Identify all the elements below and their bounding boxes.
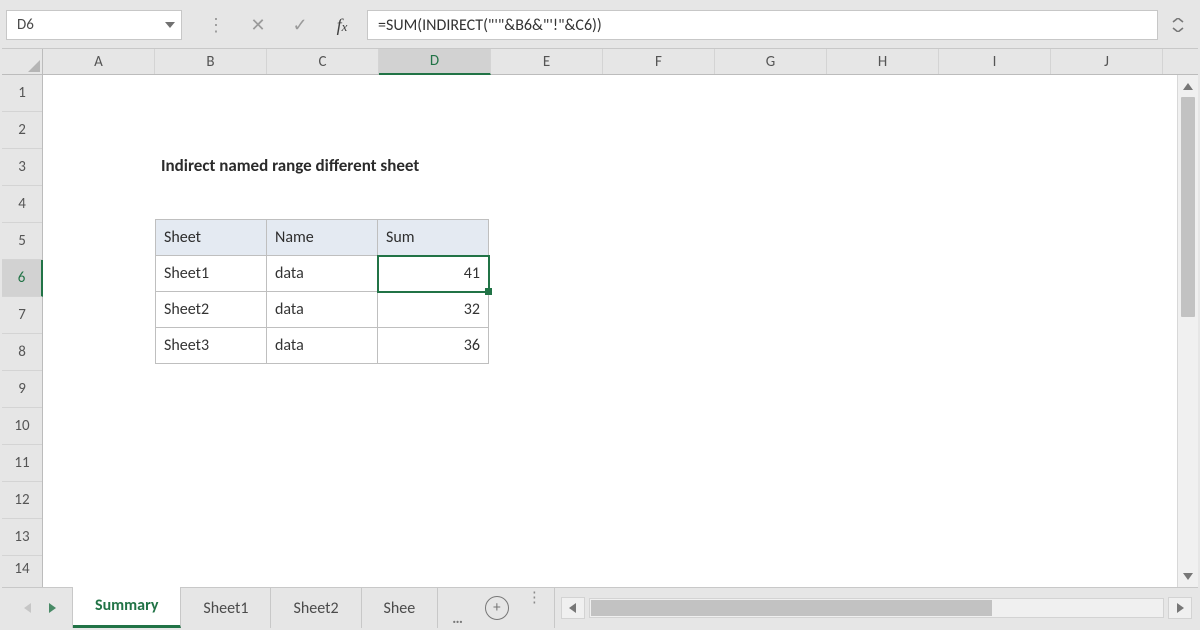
insert-function-button[interactable]: fx bbox=[325, 15, 359, 36]
name-box-value: D6 bbox=[17, 16, 34, 34]
col-header-A[interactable]: A bbox=[43, 49, 155, 74]
tab-scroll-left-button[interactable] bbox=[24, 603, 31, 613]
cell-B8[interactable]: Sheet3 bbox=[156, 328, 267, 364]
row-header-1[interactable]: 1 bbox=[2, 75, 42, 112]
row-header-2[interactable]: 2 bbox=[2, 112, 42, 149]
tab-summary[interactable]: Summary bbox=[73, 585, 181, 628]
data-table: Sheet Name Sum Sheet1 data 41 Sheet2 dat… bbox=[155, 219, 489, 364]
hscroll-left-button[interactable] bbox=[561, 597, 585, 619]
enter-formula-button[interactable]: ✓ bbox=[283, 14, 317, 36]
row-header-3[interactable]: 3 bbox=[2, 149, 42, 186]
vscroll-thumb[interactable] bbox=[1181, 97, 1195, 317]
select-all-triangle[interactable] bbox=[2, 49, 43, 74]
row-header-6[interactable]: 6 bbox=[2, 260, 43, 297]
sheet-tabs: Summary Sheet1 Sheet2 Shee … bbox=[72, 588, 477, 628]
name-box[interactable]: D6 bbox=[6, 10, 182, 40]
col-header-J[interactable]: J bbox=[1051, 49, 1163, 74]
horizontal-scrollbar[interactable] bbox=[554, 588, 1198, 628]
hscroll-thumb[interactable] bbox=[591, 600, 992, 616]
row-header-11[interactable]: 11 bbox=[2, 445, 42, 482]
row-header-10[interactable]: 10 bbox=[2, 408, 42, 445]
vscroll-track[interactable] bbox=[1178, 97, 1198, 565]
worksheet-area: A B C D E F G H I J 1 2 3 4 5 6 7 8 9 10 bbox=[2, 49, 1198, 587]
tab-scroll-right-button[interactable] bbox=[49, 603, 56, 613]
cell-C6[interactable]: data bbox=[267, 256, 378, 292]
row-header-12[interactable]: 12 bbox=[2, 482, 42, 519]
formula-text: =SUM(INDIRECT("'"&B6&"'!"&C6)) bbox=[378, 16, 602, 35]
tab-nav bbox=[2, 588, 72, 628]
scroll-up-button[interactable] bbox=[1178, 75, 1198, 97]
table-row: Sheet2 data 32 bbox=[156, 292, 489, 328]
row-header-8[interactable]: 8 bbox=[2, 334, 42, 371]
tab-sheet1[interactable]: Sheet1 bbox=[181, 588, 271, 628]
row-header-4[interactable]: 4 bbox=[2, 186, 42, 223]
col-header-I[interactable]: I bbox=[939, 49, 1051, 74]
row-header-7[interactable]: 7 bbox=[2, 297, 42, 334]
tab-sheet2[interactable]: Sheet2 bbox=[271, 588, 361, 628]
cell-C7[interactable]: data bbox=[267, 292, 378, 328]
new-sheet-button[interactable]: + bbox=[477, 588, 517, 628]
plus-icon: + bbox=[485, 596, 509, 620]
col-header-E[interactable]: E bbox=[491, 49, 603, 74]
col-header-B[interactable]: B bbox=[155, 49, 267, 74]
fx-icon: fx bbox=[337, 15, 348, 36]
scroll-down-button[interactable] bbox=[1178, 565, 1198, 587]
col-header-D[interactable]: D bbox=[379, 49, 491, 75]
header-sum[interactable]: Sum bbox=[378, 220, 489, 256]
tab-overflow-button[interactable]: … bbox=[438, 610, 477, 628]
col-header-F[interactable]: F bbox=[603, 49, 715, 74]
chevron-down-icon bbox=[165, 22, 175, 28]
table-row: Sheet3 data 36 bbox=[156, 328, 489, 364]
formula-input[interactable]: =SUM(INDIRECT("'"&B6&"'!"&C6)) bbox=[367, 10, 1158, 40]
row-header-9[interactable]: 9 bbox=[2, 371, 42, 408]
cell-B7[interactable]: Sheet2 bbox=[156, 292, 267, 328]
expand-formula-bar-button[interactable] bbox=[1166, 18, 1190, 32]
tab-sheet3[interactable]: Shee bbox=[362, 588, 439, 628]
sheet-tab-strip: Summary Sheet1 Sheet2 Shee … + ⋮ bbox=[2, 587, 1198, 628]
header-sheet[interactable]: Sheet bbox=[156, 220, 267, 256]
row-header-13[interactable]: 13 bbox=[2, 519, 42, 556]
col-header-G[interactable]: G bbox=[715, 49, 827, 74]
cell-D7[interactable]: 32 bbox=[378, 292, 489, 328]
table-row: Sheet1 data 41 bbox=[156, 256, 489, 292]
more-options-icon[interactable]: ⋮ bbox=[199, 14, 233, 36]
col-header-C[interactable]: C bbox=[267, 49, 379, 74]
cell-C8[interactable]: data bbox=[267, 328, 378, 364]
row-headers: 1 2 3 4 5 6 7 8 9 10 11 12 13 14 bbox=[2, 75, 43, 587]
excel-window: D6 ⋮ ✕ ✓ fx =SUM(INDIRECT("'"&B6&"'!"&C6… bbox=[0, 0, 1200, 630]
table-header-row: Sheet Name Sum bbox=[156, 220, 489, 256]
cell-B6[interactable]: Sheet1 bbox=[156, 256, 267, 292]
cell-D6[interactable]: 41 bbox=[378, 256, 489, 292]
vertical-scrollbar[interactable] bbox=[1177, 75, 1198, 587]
tab-divider-icon: ⋮ bbox=[517, 588, 554, 628]
column-headers: A B C D E F G H I J bbox=[2, 49, 1198, 75]
hscroll-right-button[interactable] bbox=[1168, 597, 1192, 619]
sheet-title-text: Indirect named range different sheet bbox=[161, 155, 419, 176]
row-header-14[interactable]: 14 bbox=[2, 556, 42, 587]
cell-grid[interactable]: Indirect named range different sheet She… bbox=[43, 75, 1177, 587]
cell-D8[interactable]: 36 bbox=[378, 328, 489, 364]
formula-bar: D6 ⋮ ✕ ✓ fx =SUM(INDIRECT("'"&B6&"'!"&C6… bbox=[2, 2, 1198, 48]
hscroll-track[interactable] bbox=[589, 598, 1164, 618]
header-name[interactable]: Name bbox=[267, 220, 378, 256]
col-header-H[interactable]: H bbox=[827, 49, 939, 74]
cancel-formula-button[interactable]: ✕ bbox=[241, 14, 275, 36]
row-header-5[interactable]: 5 bbox=[2, 223, 42, 260]
